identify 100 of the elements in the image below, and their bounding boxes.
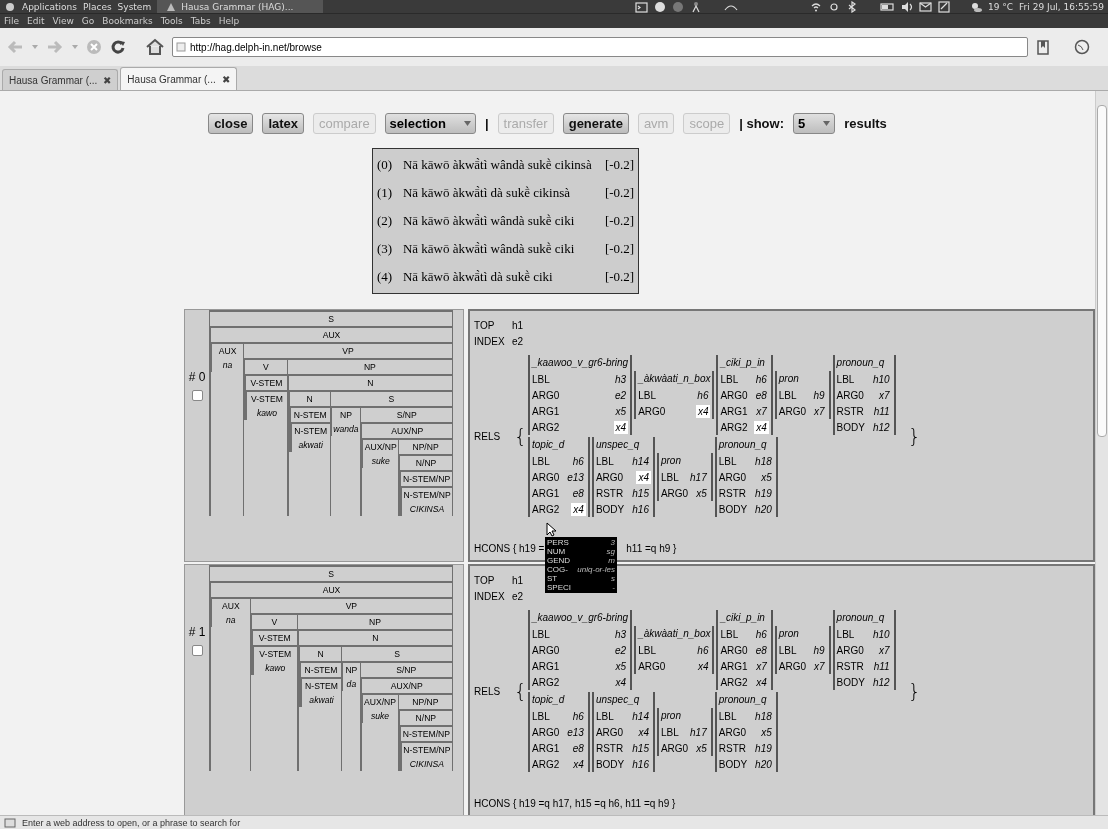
feature-value: h12	[871, 675, 891, 689]
menu-item[interactable]: File	[4, 16, 20, 26]
figure-icon[interactable]	[690, 0, 702, 13]
tree-node-label: AUX	[212, 342, 244, 358]
tree-node-label: N/NP	[399, 709, 453, 725]
mrs-value: e2	[512, 590, 524, 602]
feature-value: x7	[878, 388, 891, 402]
feature-value: h19	[754, 741, 773, 755]
feature-name: RSTR	[718, 742, 746, 754]
close-icon[interactable]: ✖	[221, 73, 230, 85]
toolbar-button[interactable]: close	[208, 113, 254, 134]
result-sentence[interactable]: Nā kāwō àkwā̀tì wândà sukḕ ciki	[402, 241, 603, 257]
tree-node-label: N	[288, 374, 452, 390]
feature-name: ARG0	[638, 660, 666, 672]
wifi-icon[interactable]	[810, 0, 822, 13]
feature-value: e13	[566, 470, 585, 484]
feature-value: h10	[871, 372, 891, 386]
tree-leaf-word: kawo	[255, 407, 278, 420]
feature-name: ARG0	[778, 405, 807, 417]
feature-value: x7	[755, 659, 768, 673]
feature-value: e8	[754, 388, 768, 402]
feature-value: x4	[613, 420, 629, 434]
toolbar-button[interactable]: latex	[262, 113, 305, 134]
address-field[interactable]: http://hag.delph-in.net/browse	[172, 37, 1028, 57]
close-icon[interactable]: ✖	[103, 74, 112, 86]
panel-menu[interactable]: System	[117, 1, 152, 12]
feature-value: x7	[813, 659, 826, 673]
select-checkbox[interactable]	[191, 390, 203, 401]
bluetooth-icon[interactable]	[846, 0, 858, 13]
battery-icon[interactable]	[880, 0, 895, 13]
panel-menu[interactable]: Applications	[22, 1, 77, 12]
home-icon[interactable]	[146, 38, 164, 56]
feature-name: ARG0	[532, 471, 560, 483]
tree-node-label: N	[289, 390, 330, 406]
result-sentence[interactable]: Nā kāwō àkwā̀tì wândà sukḕ ciki	[402, 213, 603, 229]
feature-value: h18	[754, 454, 773, 468]
predicate-name: pron	[778, 627, 800, 641]
feature-value: x5	[695, 486, 708, 500]
gear-icon[interactable]	[828, 0, 840, 13]
status-icon[interactable]	[654, 0, 666, 13]
feature-value: x4	[614, 675, 628, 689]
tree-node-label: N-STEM	[301, 677, 342, 693]
feature-name: LBL	[532, 628, 550, 640]
menu-item[interactable]: Tabs	[190, 16, 211, 26]
result-sentence[interactable]: Nā kāwō àkwā̀tì wândà sukḕ cikinsà	[402, 157, 603, 173]
weather-icon[interactable]	[970, 0, 982, 13]
dropdown[interactable]: 5	[792, 113, 836, 134]
menu-item[interactable]: View	[52, 16, 74, 26]
result-index: (0)	[376, 157, 394, 173]
panel-menu[interactable]: Places	[83, 1, 112, 12]
clock[interactable]: Fri 29 Jul, 16:55:59	[1019, 1, 1104, 12]
volume-icon[interactable]	[901, 0, 913, 13]
mail-icon[interactable]	[919, 0, 932, 13]
feature-value: x4	[636, 470, 651, 484]
feature-name: LBL	[836, 628, 855, 640]
feature-name: ARG0	[718, 471, 746, 483]
predicate-name: pronoun_q	[718, 693, 768, 707]
feature-value: h10	[871, 627, 891, 641]
result-sentence[interactable]: Nā kāwō àkwā̀tì dà sukḕ cikinsà	[402, 185, 603, 201]
result-sentence[interactable]: Nā kāwō àkwā̀tì dà sukḕ ciki	[402, 269, 603, 285]
tree-leaf-word: na	[225, 614, 237, 627]
predicate-name: _àkwàati_n_box	[638, 627, 711, 641]
predicate-name: pron	[660, 454, 682, 468]
taskbar-button[interactable]: Hausa Grammar (HAG)...	[157, 0, 324, 13]
analysis-number: # 1	[188, 625, 206, 639]
mrs-key: TOP	[474, 574, 502, 586]
toolbar-button[interactable]: generate	[562, 113, 629, 134]
tree-leaf-word: da	[345, 678, 358, 691]
feature-name: LBL	[720, 628, 739, 640]
feature-value: x5	[760, 470, 773, 484]
scrollbar[interactable]	[1095, 91, 1108, 815]
toolbar-text: | show:	[739, 116, 784, 131]
analysis-number: # 0	[188, 370, 206, 384]
note-icon[interactable]	[938, 0, 950, 13]
browser-tab[interactable]: Hausa Grammar (... ✖	[120, 67, 237, 90]
terminal-icon[interactable]	[635, 0, 648, 13]
feature-name: ARG0	[532, 726, 560, 738]
tree-node-label: N-STEM/NP	[401, 470, 453, 486]
bookmark-icon[interactable]	[1036, 39, 1050, 55]
feature-name: ARG0	[836, 389, 864, 401]
menu-item[interactable]: Tools	[160, 16, 183, 26]
menu-item[interactable]: Bookmarks	[102, 16, 153, 26]
select-checkbox[interactable]	[191, 645, 203, 656]
feature-value: h9	[812, 388, 826, 402]
feature-value: h11	[872, 404, 891, 418]
feature-value: e2	[614, 643, 628, 657]
result-score: [-0.2]	[604, 269, 635, 285]
tree-leaf-word: na	[221, 359, 234, 372]
result-index: (2)	[376, 213, 394, 229]
menu-item[interactable]: Help	[218, 16, 240, 26]
brace: {	[514, 679, 528, 703]
feature-name: BODY	[836, 676, 865, 688]
reload-icon[interactable]	[110, 39, 126, 55]
menu-item[interactable]: Go	[81, 16, 95, 26]
dropdown[interactable]: selection	[384, 113, 476, 134]
browser-tab[interactable]: Hausa Grammar (... ✖	[2, 69, 119, 90]
menu-item[interactable]: Edit	[27, 16, 45, 26]
predicate-name: pron	[660, 709, 682, 723]
feature-value: x4	[695, 404, 711, 418]
feature-name: ARG2	[532, 758, 560, 770]
